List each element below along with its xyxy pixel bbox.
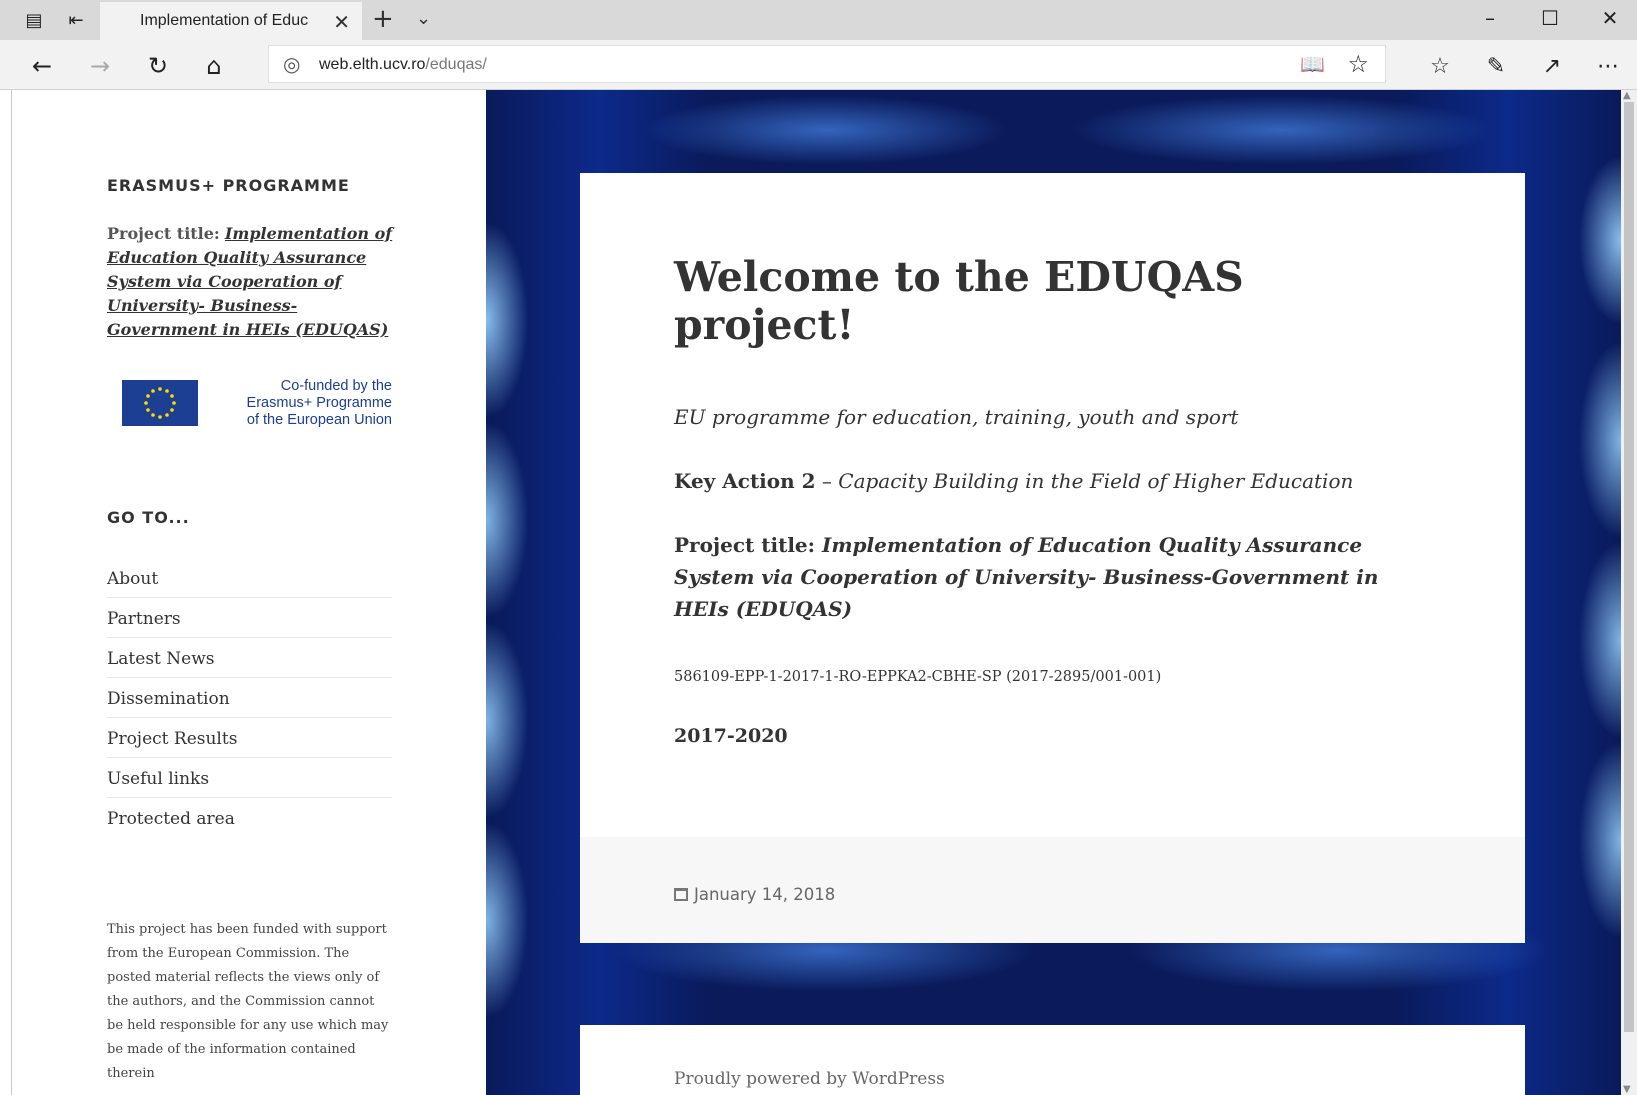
site-footer: Proudly powered by WordPress [580,1025,1525,1095]
goto-heading: GO TO... [107,508,190,527]
eu-text-line: Erasmus+ Programme [246,395,392,411]
scrollbar[interactable]: ▲ ▼ [1621,90,1637,1095]
more-icon[interactable]: ⋯ [1590,50,1626,82]
back-icon[interactable]: ← [24,50,60,82]
maximize-icon[interactable]: ☐ [1530,6,1570,34]
tab-preview-icon[interactable]: ▤ [20,8,48,32]
new-tab-icon[interactable]: + [372,4,394,34]
close-tab-icon[interactable]: ✕ [333,10,350,35]
project-years: 2017-2020 [674,725,788,747]
reading-view-icon[interactable]: 📖 [1300,52,1325,76]
minimize-icon[interactable]: – [1470,6,1510,34]
share-icon[interactable]: ↗ [1534,50,1570,82]
tab-title: Implementation of Educ [140,12,309,29]
nav-item-latest-news[interactable]: Latest News [107,638,392,678]
eu-cofunded-text: Co-funded by the Erasmus+ Programme of t… [208,378,392,429]
tab-bar: ▤ ⇤ Implementation of Educ ✕ + ⌄ – ☐ ✕ [0,0,1637,40]
eu-flag-icon [122,380,198,426]
web-note-icon[interactable]: ✎ [1478,50,1514,82]
forward-icon[interactable]: → [82,50,118,82]
url-path: /eduqas/ [425,56,487,73]
sidebar: ERASMUS+ PROGRAMME Project title: Implem… [12,90,486,1095]
key-action-label: Key Action 2 [674,469,816,493]
programme-subtitle: EU programme for education, training, yo… [674,405,1239,429]
address-bar[interactable]: ◎ web.elth.ucv.ro/eduqas/ 📖 ☆ [268,45,1386,83]
nav-item-protected-area[interactable]: Protected area [107,798,392,838]
favorites-hub-icon[interactable]: ☆ [1422,50,1458,82]
scroll-up-icon[interactable]: ▲ [1623,90,1631,101]
scroll-thumb[interactable] [1624,102,1634,1032]
nav-item-about[interactable]: About [107,558,392,598]
post-meta: January 14, 2018 [580,837,1525,943]
post-article: Welcome to the EDUQAS project! EU progra… [580,173,1525,943]
post-date-text: January 14, 2018 [694,885,836,904]
project-title: Project title: Implementation of Educati… [674,529,1434,625]
favorite-star-icon[interactable]: ☆ [1347,50,1369,78]
powered-by-link[interactable]: Proudly powered by WordPress [674,1069,945,1089]
globe-icon: ◎ [283,52,301,76]
key-action: Key Action 2 – Capacity Building in the … [674,469,1353,493]
chevron-down-icon[interactable]: ⌄ [416,8,431,29]
key-action-sep: – [815,469,839,493]
eu-text-line: of the European Union [246,412,392,428]
site-title[interactable]: ERASMUS+ PROGRAMME [107,176,350,195]
eu-text-line: Co-funded by the [280,378,392,394]
url-host: web.elth.ucv.ro [319,56,426,73]
set-tabs-aside-icon[interactable]: ⇤ [62,8,90,32]
home-icon[interactable]: ⌂ [196,50,232,82]
navigation-bar: ← → ↻ ⌂ ◎ web.elth.ucv.ro/eduqas/ 📖 ☆ ☆ … [0,40,1637,90]
post-date[interactable]: January 14, 2018 [674,885,835,904]
sidebar-project-title: Project title: Implementation of Educati… [107,222,397,342]
nav-item-partners[interactable]: Partners [107,598,392,638]
nav-item-useful-links[interactable]: Useful links [107,758,392,798]
project-label: Project title: [107,224,220,243]
calendar-icon [674,888,688,901]
scroll-down-icon[interactable]: ▼ [1623,1084,1631,1095]
tab-active[interactable]: Implementation of Educ ✕ [100,2,362,40]
funding-disclaimer: This project has been funded with suppor… [107,922,389,1081]
key-action-text: Capacity Building in the Field of Higher… [838,469,1354,493]
refresh-icon[interactable]: ↻ [140,50,176,82]
sidebar-nav: About Partners Latest News Dissemination… [107,558,392,838]
url-text[interactable]: web.elth.ucv.ro/eduqas/ [319,56,487,74]
project-title-label: Project title: [674,533,822,557]
post-title: Welcome to the EDUQAS project! [674,253,1244,349]
nav-item-dissemination[interactable]: Dissemination [107,678,392,718]
project-code: 586109-EPP-1-2017-1-RO-EPPKA2-CBHE-SP (2… [674,669,1162,685]
window-edge [0,90,12,1095]
close-window-icon[interactable]: ✕ [1590,6,1630,34]
erasmus-cofunded-logo: Co-funded by the Erasmus+ Programme of t… [122,378,392,430]
nav-item-project-results[interactable]: Project Results [107,718,392,758]
